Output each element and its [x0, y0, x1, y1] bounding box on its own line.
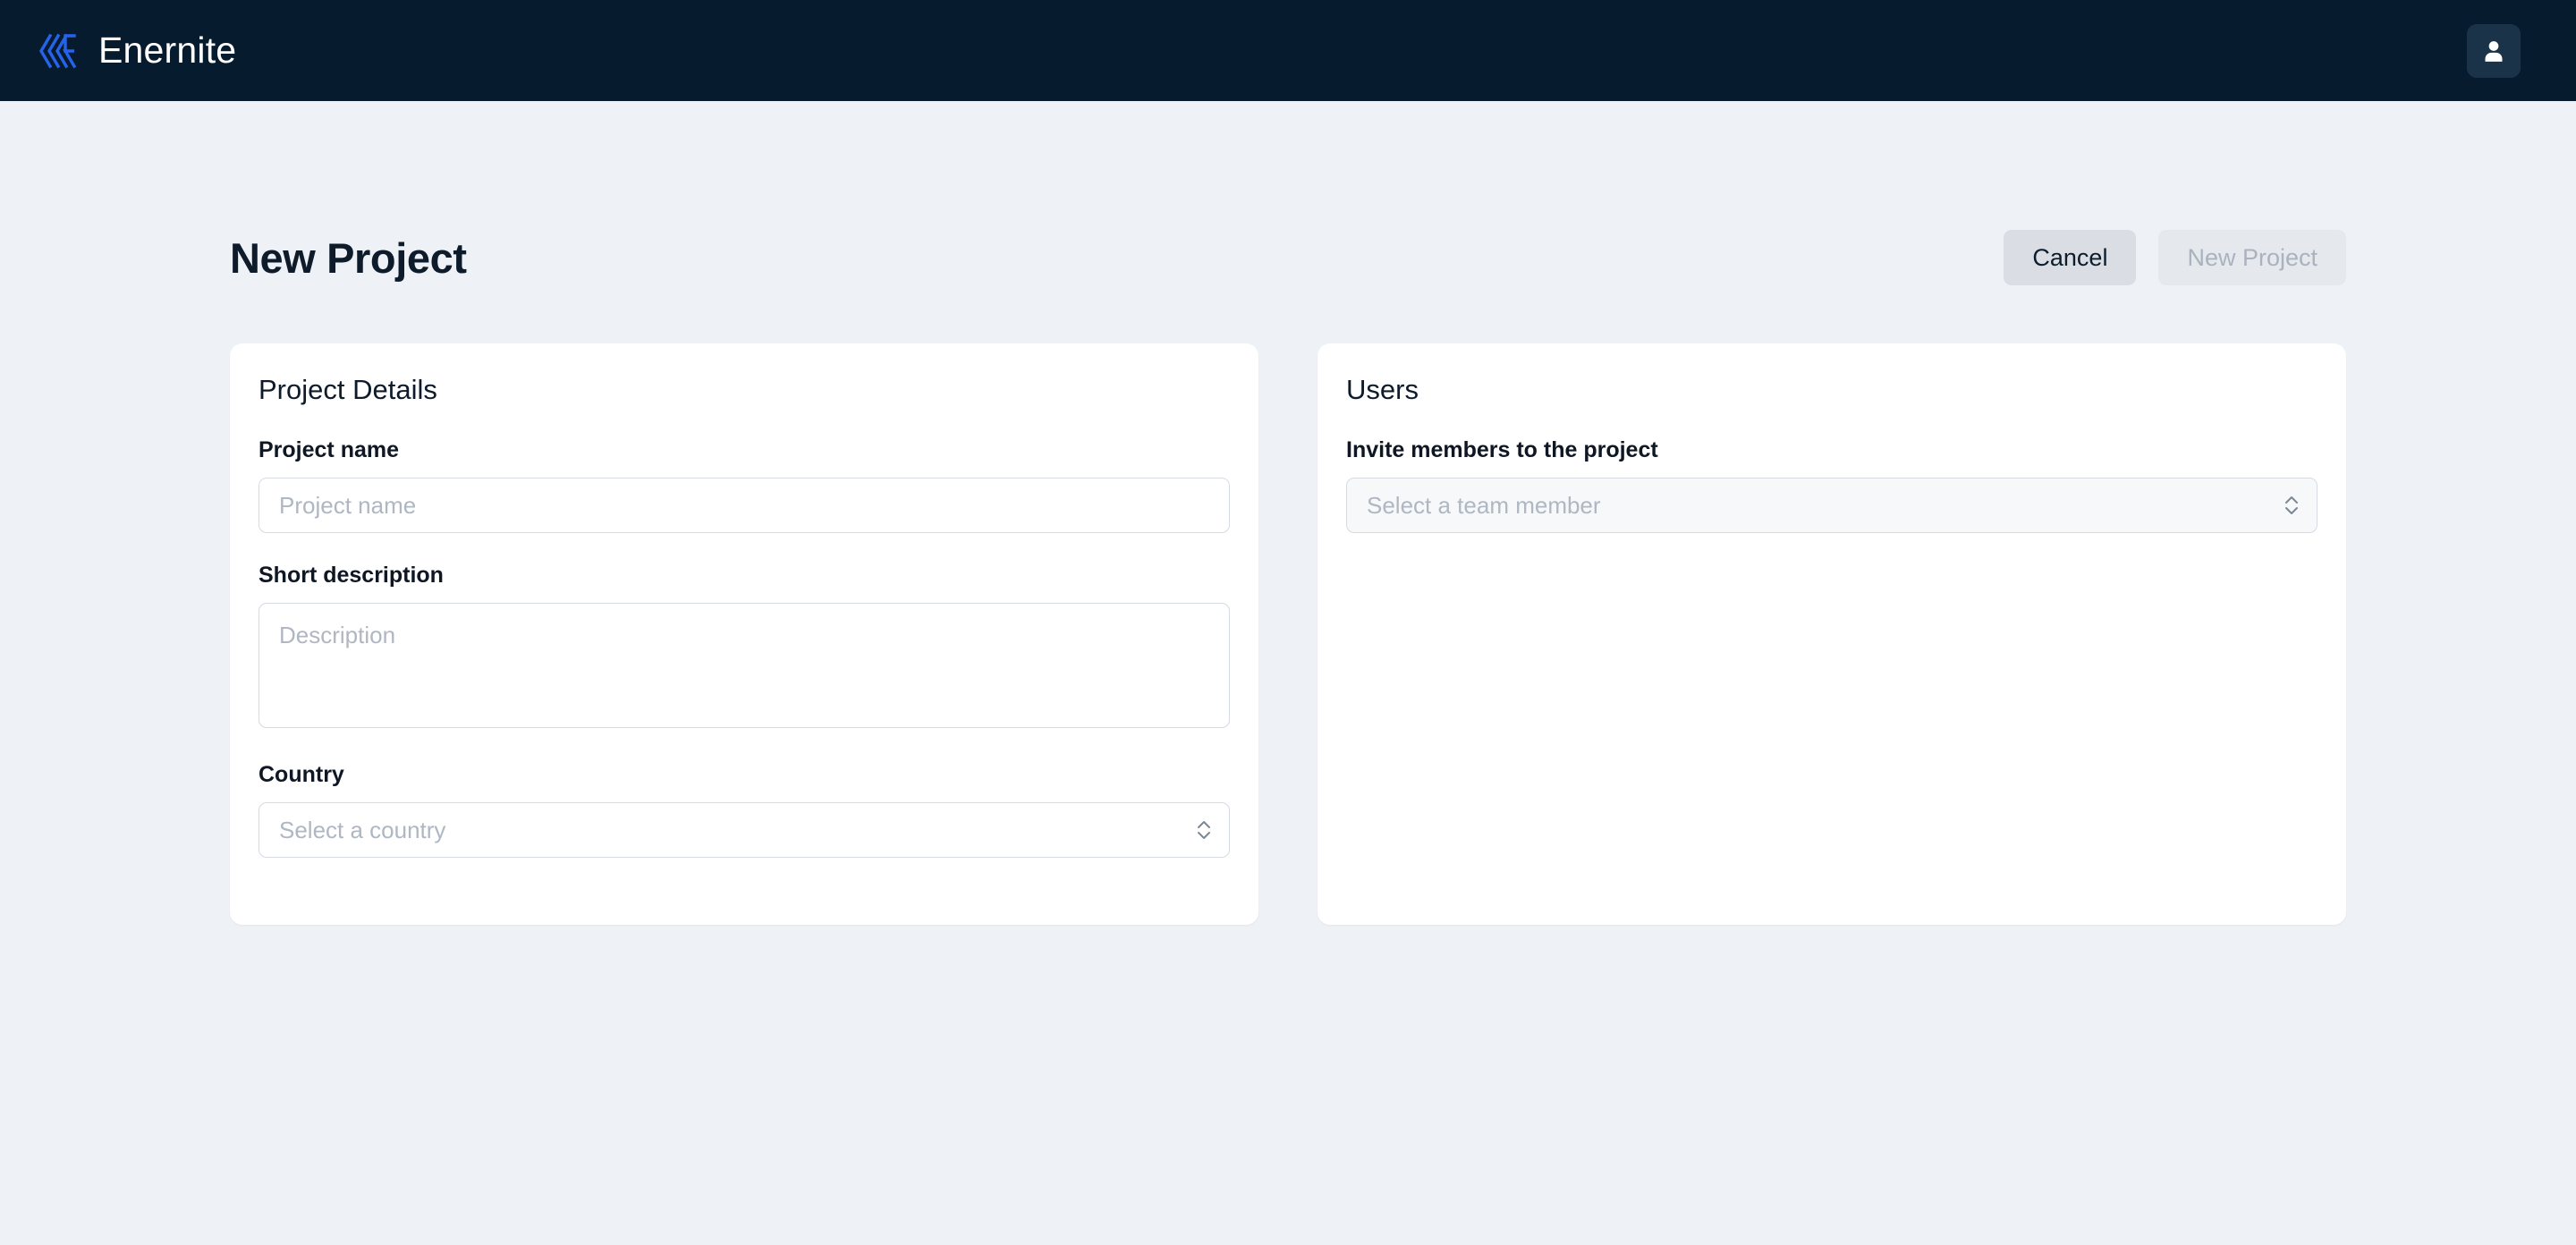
country-field: Country Select a country: [258, 764, 1230, 858]
users-card: Users Invite members to the project Sele…: [1318, 343, 2346, 925]
short-description-field: Short description: [258, 564, 1230, 733]
project-name-field: Project name: [258, 439, 1230, 533]
cards-row: Project Details Project name Short descr…: [230, 343, 2346, 925]
brand-name: Enernite: [98, 30, 237, 71]
project-name-input[interactable]: [258, 478, 1230, 533]
page-header: New Project Cancel New Project: [230, 226, 2346, 289]
brand[interactable]: Enernite: [38, 30, 236, 72]
new-project-submit-button[interactable]: New Project: [2158, 230, 2346, 285]
project-details-card-title: Project Details: [258, 374, 437, 405]
short-description-textarea[interactable]: [258, 603, 1230, 728]
team-member-select[interactable]: Select a team member: [1346, 478, 2318, 533]
short-description-label: Short description: [258, 563, 444, 588]
cancel-button[interactable]: Cancel: [2004, 230, 2137, 285]
page-title: New Project: [230, 233, 467, 282]
users-card-title: Users: [1346, 374, 1419, 405]
country-label: Country: [258, 762, 344, 787]
team-member-select-wrap: Select a team member: [1346, 478, 2318, 533]
project-name-label: Project name: [258, 437, 400, 462]
header-actions: Cancel New Project: [2004, 230, 2346, 285]
user-account-button[interactable]: [2467, 23, 2521, 78]
country-select-wrap: Select a country: [258, 802, 1230, 858]
user-icon: [2480, 38, 2507, 64]
invite-members-label: Invite members to the project: [1346, 437, 1658, 462]
page-body: New Project Cancel New Project Project D…: [0, 101, 2576, 1245]
enernite-logo-icon: [38, 30, 79, 72]
top-navigation-bar: Enernite: [0, 0, 2576, 101]
country-select[interactable]: Select a country: [258, 802, 1230, 858]
project-details-card: Project Details Project name Short descr…: [230, 343, 1258, 925]
content-container: New Project Cancel New Project Project D…: [230, 226, 2346, 925]
invite-members-field: Invite members to the project Select a t…: [1346, 439, 2318, 533]
